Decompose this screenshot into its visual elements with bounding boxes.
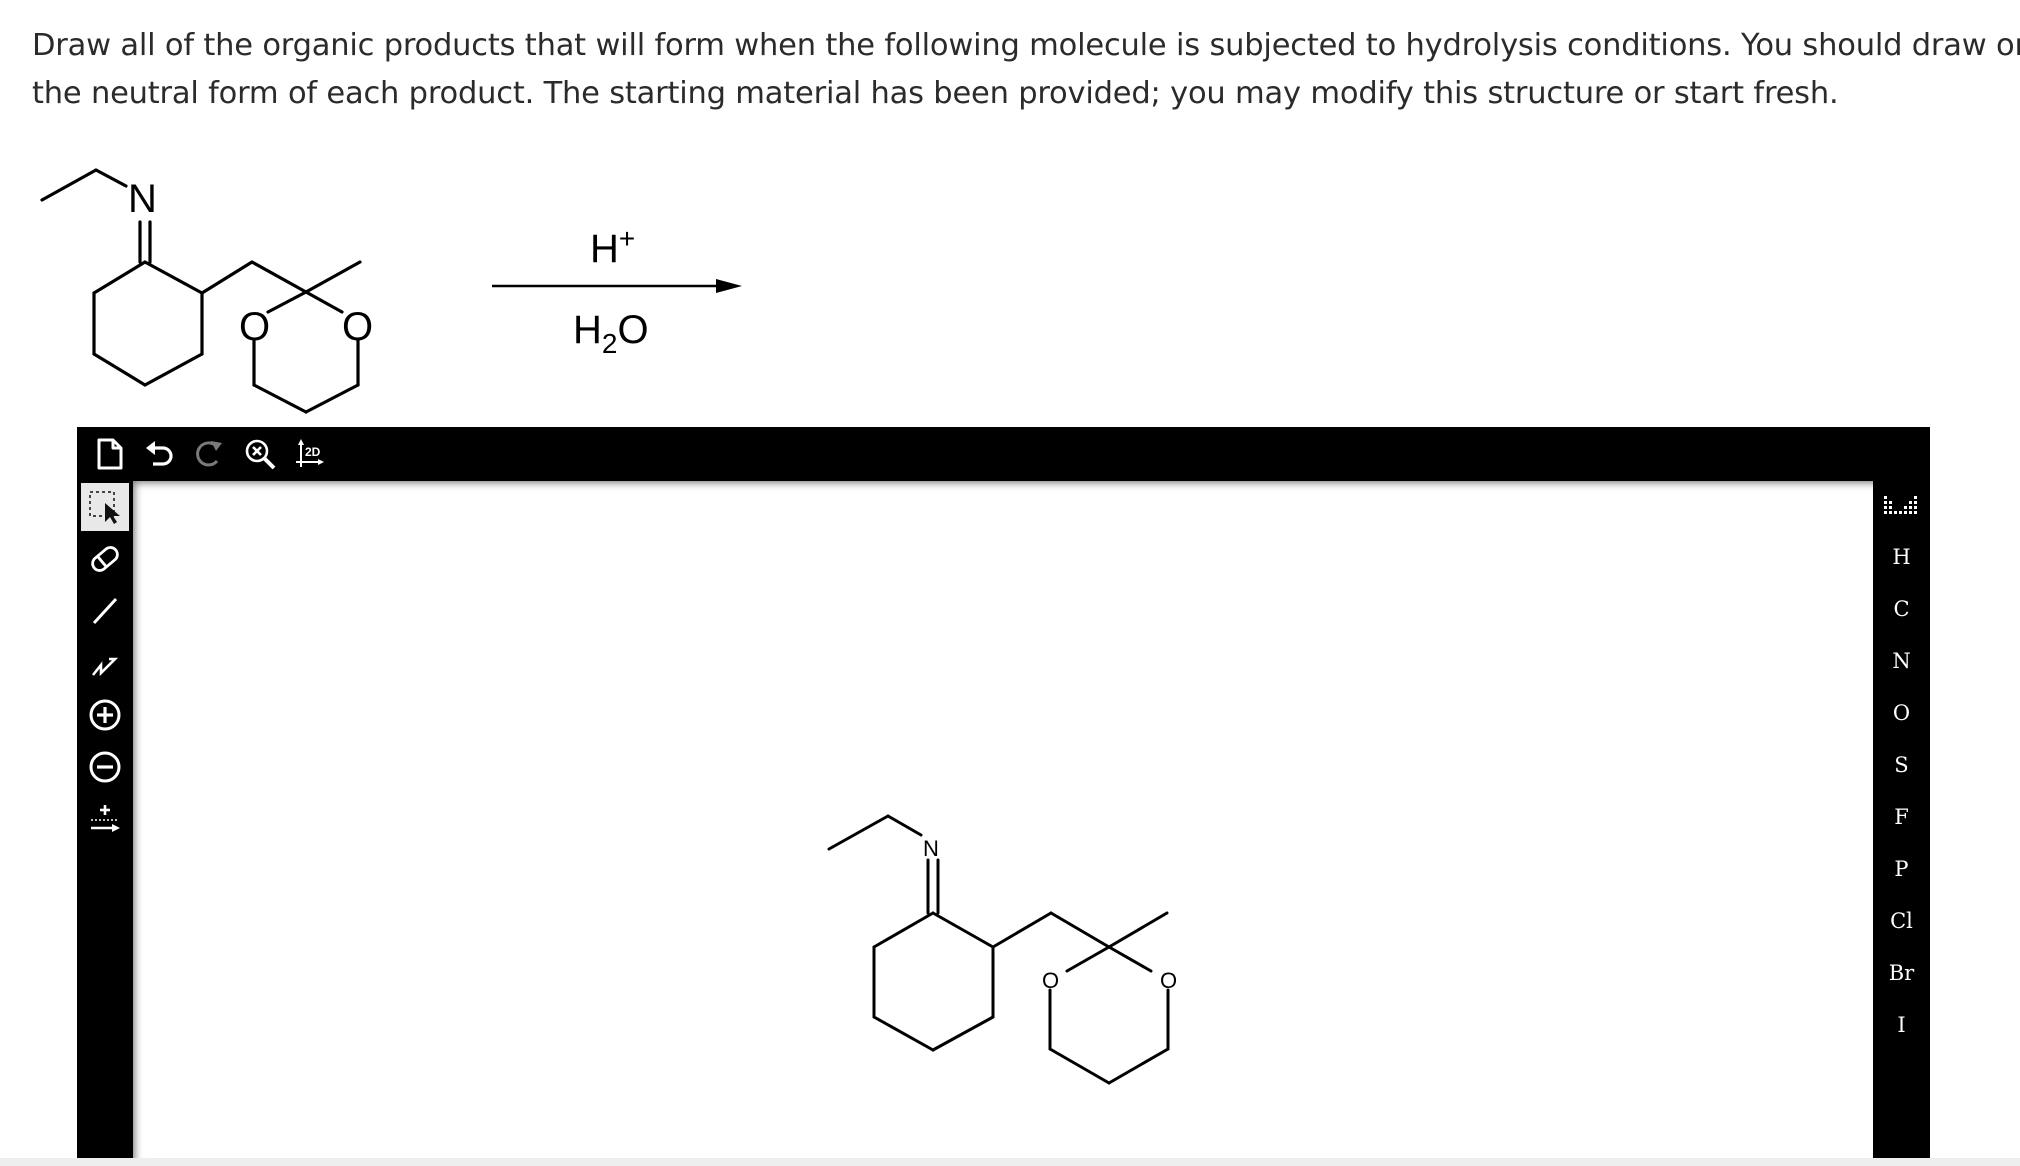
question-line-2: the neutral form of each product. The st… (32, 76, 1839, 111)
canvas-oxygen-label-right[interactable]: O (1160, 968, 1177, 993)
reaction-arrow-icon (91, 805, 120, 832)
starting-material-structure (40, 168, 362, 414)
element-f-button[interactable]: F (1873, 795, 1930, 839)
canvas-nitrogen-label[interactable]: N (923, 836, 939, 861)
single-bond-tool-button[interactable] (81, 587, 129, 635)
chain-icon (91, 657, 119, 677)
editor-top-toolbar: 2D (77, 427, 1930, 481)
page-bottom-divider (0, 1158, 2020, 1166)
element-s-button[interactable]: S (1873, 743, 1930, 787)
canvas-structure[interactable]: N O O (133, 481, 1873, 1166)
clean-2d-button[interactable]: 2D (287, 431, 333, 477)
reagent-water: H2O (573, 308, 649, 359)
sm-oxygen-label-left: O (239, 305, 270, 349)
element-i-button[interactable]: I (1873, 1003, 1930, 1047)
redo-icon (196, 441, 222, 467)
sm-nitrogen-label: N (128, 177, 157, 221)
new-document-icon (97, 438, 123, 470)
minus-circle-icon (89, 751, 121, 783)
drawing-canvas[interactable]: N O O (133, 481, 1873, 1166)
positive-charge-button[interactable] (81, 691, 129, 739)
canvas-oxygen-label-left[interactable]: O (1042, 968, 1059, 993)
negative-charge-button[interactable] (81, 743, 129, 791)
reaction-scheme: N O O H+ H2O (40, 168, 742, 414)
clean-zoom-button[interactable] (237, 431, 283, 477)
element-palette: H C N O S F P Cl Br I (1873, 481, 1930, 1166)
new-document-button[interactable] (87, 431, 133, 477)
editor-left-toolbar (77, 481, 133, 1166)
undo-icon (146, 441, 173, 466)
periodic-table-icon (1883, 496, 1917, 514)
clean-2d-icon: 2D (296, 439, 324, 467)
periodic-table-button[interactable] (1873, 483, 1930, 527)
select-tool-button[interactable] (81, 483, 129, 531)
redo-button[interactable] (187, 431, 233, 477)
undo-button[interactable] (137, 431, 183, 477)
element-br-button[interactable]: Br (1873, 951, 1930, 995)
selection-icon (89, 491, 120, 524)
plus-circle-icon (89, 699, 121, 731)
element-c-button[interactable]: C (1873, 587, 1930, 631)
bond-icon (92, 597, 118, 625)
element-p-button[interactable]: P (1873, 847, 1930, 891)
reagent-acid: H+ (590, 223, 635, 271)
eraser-tool-button[interactable] (81, 535, 129, 583)
element-h-button[interactable]: H (1873, 535, 1930, 579)
sm-oxygen-label-right: O (342, 305, 373, 349)
arrow-tool-button[interactable] (81, 795, 129, 843)
element-o-button[interactable]: O (1873, 691, 1930, 735)
question-text: Draw all of the organic products that wi… (32, 22, 2020, 118)
molecule-editor: 2D N O O H C N O S F P Cl Br I (77, 427, 1930, 1166)
zoom-clear-icon (245, 439, 276, 470)
reaction-arrow (492, 279, 742, 293)
eraser-icon (91, 546, 119, 572)
element-n-button[interactable]: N (1873, 639, 1930, 683)
question-line-1: Draw all of the organic products that wi… (32, 28, 2020, 63)
chain-tool-button[interactable] (81, 639, 129, 687)
element-cl-button[interactable]: Cl (1873, 899, 1930, 943)
svg-text:2D: 2D (305, 445, 321, 459)
